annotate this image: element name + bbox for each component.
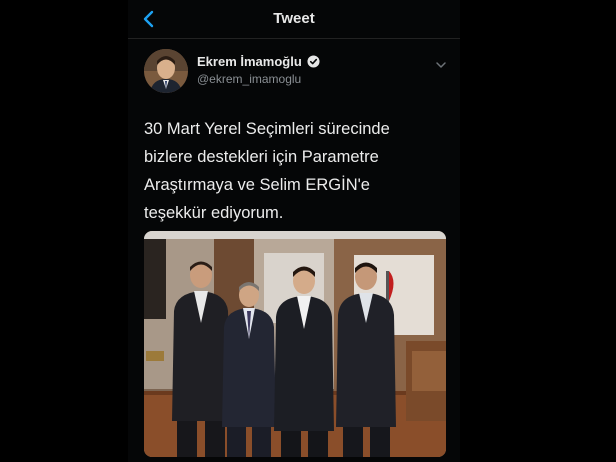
tweet-photo[interactable]: [144, 231, 446, 457]
verified-badge-icon: [307, 55, 320, 68]
chevron-down-icon: [436, 62, 446, 68]
tweet-text-line: 30 Mart Yerel Seçimleri sürecinde: [144, 120, 390, 138]
more-options-button[interactable]: [434, 58, 448, 72]
avatar[interactable]: [144, 49, 188, 93]
author-display-name[interactable]: Ekrem İmamoğlu: [197, 54, 302, 69]
tweet-text-line: Araştırmaya ve Selim ERGİN'e: [144, 176, 370, 194]
tweet-text: 30 Mart Yerel Seçimleri sürecinde bizler…: [144, 115, 444, 227]
tweet-text-line: bizlere destekleri için Parametre: [144, 148, 379, 166]
page-title: Tweet: [273, 10, 315, 27]
tweet-text-line: teşekkür ediyorum.: [144, 204, 284, 222]
author-names: Ekrem İmamoğlu @ekrem_imamoglu: [197, 54, 320, 86]
top-bar: Tweet: [128, 0, 460, 39]
tweet-author: Ekrem İmamoğlu @ekrem_imamoglu: [142, 46, 452, 100]
tweet-screen: Tweet Ekrem İmamoğlu @ekrem_imamoglu 30 …: [128, 0, 460, 462]
author-handle[interactable]: @ekrem_imamoglu: [197, 72, 320, 86]
